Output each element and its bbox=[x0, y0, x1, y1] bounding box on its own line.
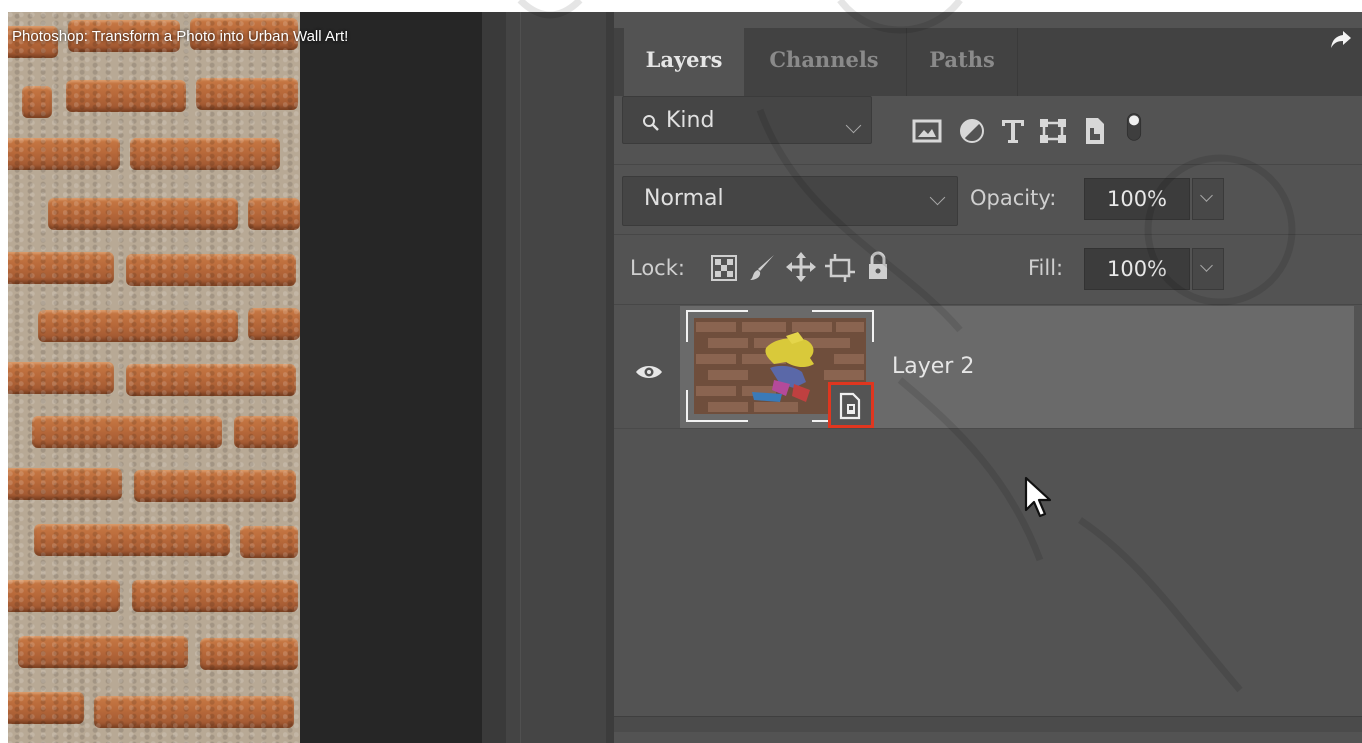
divider bbox=[614, 428, 1362, 429]
thumbnail-corner bbox=[812, 310, 874, 342]
divider bbox=[614, 164, 1362, 165]
brick-wall-canvas bbox=[8, 12, 300, 743]
video-title[interactable]: Photoshop: Transform a Photo into Urban … bbox=[12, 28, 348, 45]
canvas-background bbox=[300, 12, 482, 743]
smart-object-badge bbox=[828, 382, 874, 428]
fill-input[interactable]: 100% bbox=[1084, 248, 1190, 290]
chevron-down-icon bbox=[1200, 259, 1213, 272]
blend-mode-value: Normal bbox=[644, 186, 724, 211]
lock-position-icon[interactable] bbox=[786, 252, 816, 282]
chevron-down-icon bbox=[1200, 189, 1213, 202]
panel-divider bbox=[482, 12, 506, 743]
adjustment-filter-icon[interactable] bbox=[958, 116, 986, 146]
divider bbox=[614, 234, 1362, 235]
search-icon bbox=[643, 115, 659, 131]
lock-image-icon[interactable] bbox=[748, 252, 778, 282]
smart-object-icon bbox=[839, 392, 861, 420]
panel-divider bbox=[606, 12, 614, 743]
tab-paths[interactable]: Paths bbox=[906, 28, 1018, 96]
shape-filter-icon[interactable] bbox=[1038, 116, 1068, 146]
type-filter-icon[interactable] bbox=[1000, 116, 1026, 146]
thumbnail-corner bbox=[686, 310, 748, 342]
layers-panel-content: Layers Channels Paths Kind Normal Opacit… bbox=[614, 12, 1362, 743]
panel-footer bbox=[614, 716, 1362, 732]
opacity-input[interactable]: 100% bbox=[1084, 178, 1190, 220]
opacity-label: Opacity: bbox=[970, 186, 1057, 210]
share-icon[interactable] bbox=[1330, 28, 1352, 50]
panel-divider bbox=[506, 12, 520, 743]
kind-filter-label: Kind bbox=[666, 108, 715, 133]
opacity-slider-button[interactable] bbox=[1192, 178, 1224, 220]
fill-label: Fill: bbox=[1028, 256, 1064, 280]
eye-visibility-icon[interactable] bbox=[634, 362, 664, 382]
fill-slider-button[interactable] bbox=[1192, 248, 1224, 290]
tab-layers[interactable]: Layers bbox=[624, 28, 744, 96]
image-filter-icon[interactable] bbox=[912, 116, 942, 146]
filter-toggle-icon[interactable] bbox=[1124, 112, 1144, 142]
lock-all-icon[interactable] bbox=[866, 250, 890, 282]
layer-name[interactable]: Layer 2 bbox=[892, 354, 974, 379]
thumbnail-corner bbox=[686, 390, 748, 422]
lock-transparent-icon[interactable] bbox=[710, 254, 738, 282]
lock-artboard-icon[interactable] bbox=[824, 252, 856, 282]
divider bbox=[614, 304, 1362, 305]
lock-label: Lock: bbox=[630, 256, 685, 280]
collapsed-panel-dock bbox=[520, 12, 607, 743]
smart-object-filter-icon[interactable] bbox=[1082, 116, 1108, 146]
mouse-cursor-icon bbox=[1024, 476, 1052, 518]
tab-channels[interactable]: Channels bbox=[754, 28, 894, 96]
